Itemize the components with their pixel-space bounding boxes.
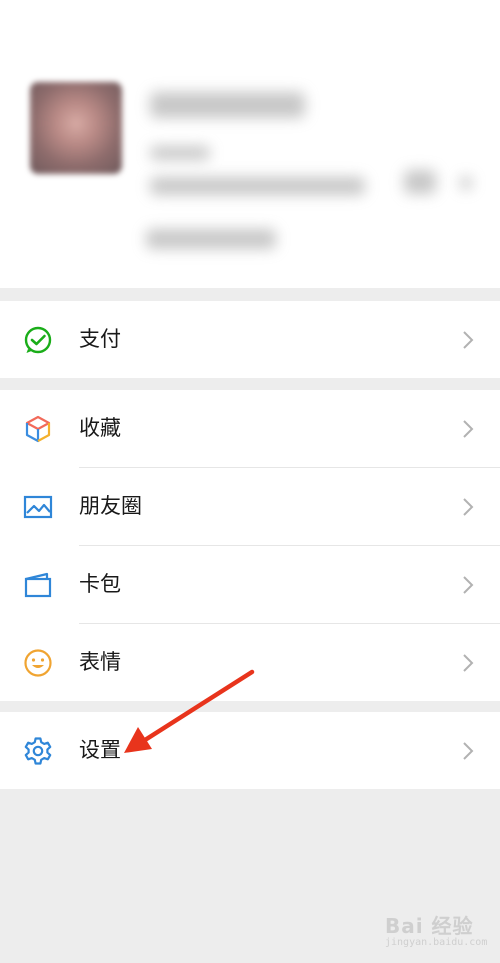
menu-item-label: 设置 bbox=[79, 738, 121, 762]
menu-item-pay[interactable]: 支付 bbox=[0, 301, 500, 378]
sticker-face-icon bbox=[23, 648, 53, 678]
menu-item-label: 卡包 bbox=[79, 572, 121, 596]
watermark-sub: jingyan.baidu.com bbox=[385, 937, 488, 948]
chevron-right-icon bbox=[461, 497, 475, 517]
menu-item-label: 支付 bbox=[79, 327, 121, 351]
menu-item-stickers[interactable]: 表情 bbox=[0, 624, 500, 701]
wechat-pay-icon bbox=[23, 325, 53, 355]
chevron-right-icon bbox=[461, 419, 475, 439]
profile-header[interactable] bbox=[0, 0, 500, 288]
gear-icon bbox=[23, 736, 53, 766]
menu-item-label: 朋友圈 bbox=[79, 494, 142, 518]
blurred-qr-icon[interactable] bbox=[404, 170, 436, 194]
menu-item-label: 收藏 bbox=[79, 416, 121, 440]
pay-group: 支付 bbox=[0, 301, 500, 378]
blurred-wechat-id bbox=[150, 177, 365, 195]
baidu-watermark: Bai 经验 jingyan.baidu.com bbox=[385, 910, 495, 960]
chevron-right-icon bbox=[461, 741, 475, 761]
avatar[interactable] bbox=[30, 82, 122, 174]
chevron-right-icon bbox=[461, 330, 475, 350]
card-wallet-icon bbox=[23, 570, 53, 600]
watermark-text: Bai 经验 bbox=[385, 914, 474, 938]
menu-item-favorites[interactable]: 收藏 bbox=[0, 390, 500, 467]
moments-image-icon bbox=[23, 492, 53, 522]
settings-group: 设置 bbox=[0, 712, 500, 789]
menu-item-label: 表情 bbox=[79, 650, 121, 674]
blurred-chevron[interactable] bbox=[460, 176, 472, 190]
chevron-right-icon bbox=[461, 575, 475, 595]
blurred-id-label bbox=[150, 146, 210, 160]
blurred-status[interactable] bbox=[146, 229, 276, 249]
favorites-cube-icon bbox=[23, 414, 53, 444]
menu-item-moments[interactable]: 朋友圈 bbox=[0, 468, 500, 545]
menu-item-cards[interactable]: 卡包 bbox=[0, 546, 500, 623]
features-group: 收藏 朋友圈 卡包 表情 bbox=[0, 390, 500, 701]
menu-item-settings[interactable]: 设置 bbox=[0, 712, 500, 789]
blurred-nickname bbox=[150, 92, 305, 118]
chevron-right-icon bbox=[461, 653, 475, 673]
